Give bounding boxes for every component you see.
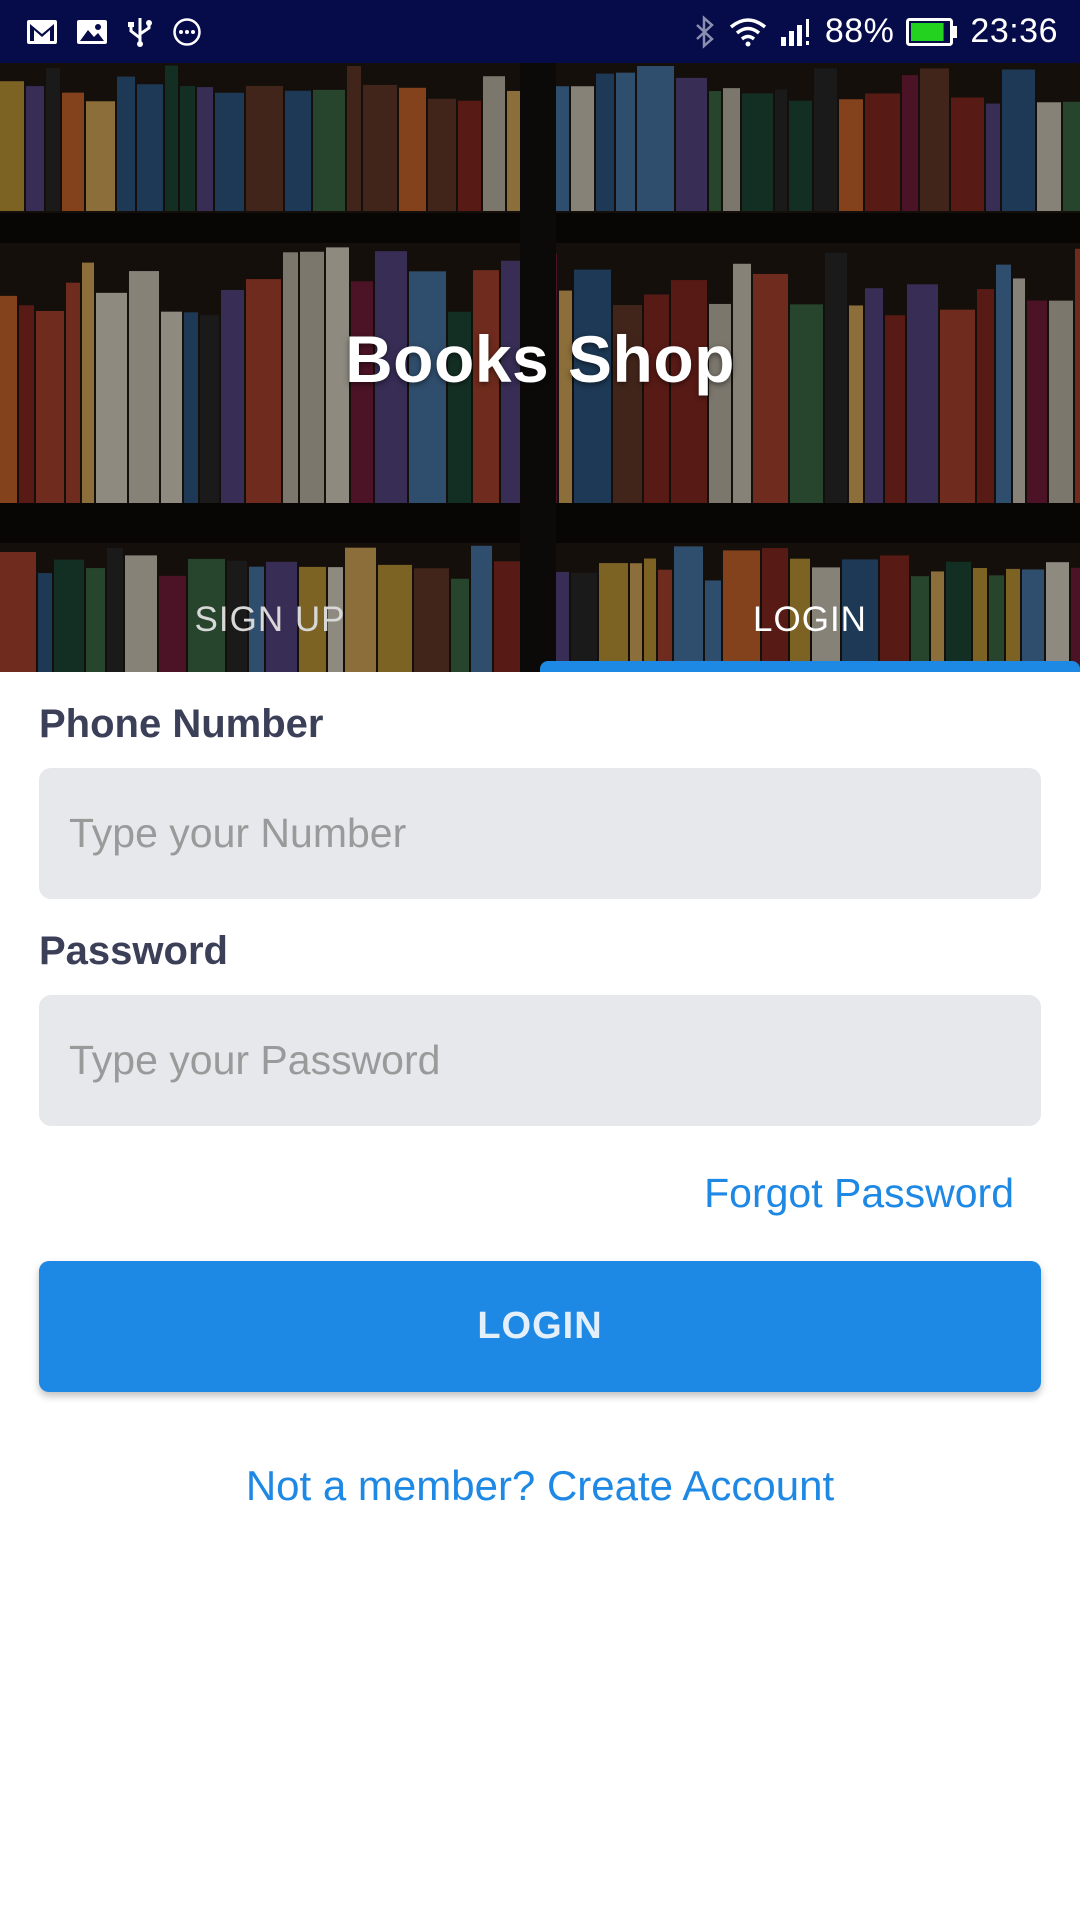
tab-selected-indicator: [540, 661, 1080, 672]
phone-number-label: Phone Number: [39, 702, 324, 746]
app-title: Books Shop: [344, 322, 735, 396]
status-bar-left: [26, 16, 220, 48]
password-input[interactable]: [39, 995, 1041, 1126]
gmail-icon: [27, 19, 57, 44]
usb-icon: [128, 17, 152, 47]
tab-login[interactable]: LOGIN: [540, 578, 1080, 672]
password-label: Password: [39, 929, 228, 973]
status-bar: 88% 23:36: [0, 0, 1080, 63]
login-button[interactable]: LOGIN: [39, 1261, 1041, 1392]
clock: 23:36: [970, 12, 1058, 50]
phone-number-input[interactable]: [39, 768, 1041, 899]
battery-icon: [906, 17, 958, 46]
gallery-icon: [77, 19, 107, 44]
create-account-link[interactable]: Not a member? Create Account: [0, 1462, 1080, 1510]
battery-percent: 88%: [824, 12, 895, 50]
status-bar-right: 88% 23:36: [681, 12, 1058, 51]
forgot-password-link[interactable]: Forgot Password: [704, 1170, 1014, 1217]
header-hero: Books Shop SIGN UP LOGIN: [0, 63, 1080, 672]
more-icon: [173, 17, 201, 46]
bluetooth-icon: [695, 14, 714, 49]
tab-sign-up[interactable]: SIGN UP: [0, 578, 540, 672]
signal-icon: [780, 18, 809, 46]
wifi-icon: [729, 17, 766, 46]
